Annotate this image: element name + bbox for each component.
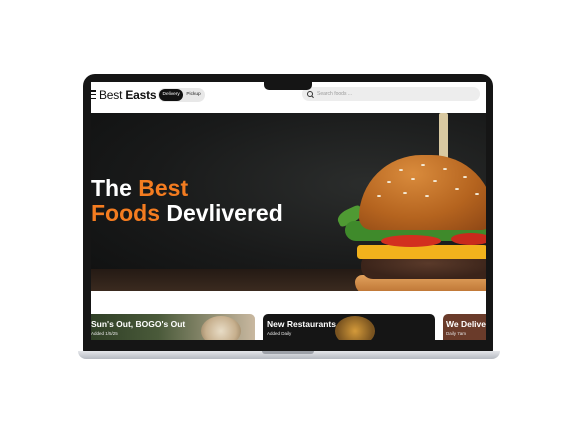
hero-banner: The Best Foods Devlivered — [91, 113, 486, 291]
hero-headline: The Best Foods Devlivered — [91, 176, 283, 226]
brand-regular: Best — [99, 88, 126, 102]
promo-card-subtitle: Added Daily — [267, 331, 292, 336]
laptop-notch — [264, 77, 312, 90]
pickup-option[interactable]: Pickup — [183, 89, 203, 101]
search-input[interactable] — [317, 91, 467, 97]
promo-card-title: We Deliver — [446, 319, 486, 329]
promo-card-image — [201, 316, 241, 340]
hero-line1-orange: Best — [138, 175, 189, 201]
laptop-screen: Best Easts Delivery Pickup Search foods … — [91, 82, 486, 340]
promo-card-subtitle: Added 1/5/25 — [91, 331, 118, 336]
promo-card-title: Sun's Out, BOGO's Out — [91, 319, 186, 329]
promo-card-subtitle: Daily 7am — [446, 331, 467, 336]
burger-tomato — [451, 233, 486, 245]
promo-card-title: New Restaurants — [267, 319, 336, 329]
hero-line1-white: The — [91, 175, 139, 201]
delivery-option[interactable]: Delivery — [159, 89, 184, 101]
burger-skewer — [439, 113, 448, 161]
search-bar — [302, 87, 480, 101]
promo-card[interactable]: We Deliver Daily 7am — [443, 314, 486, 340]
promo-card-image — [335, 316, 375, 340]
burger-top-bun — [359, 155, 486, 230]
hero-line2-orange: Foods — [91, 200, 160, 226]
menu-icon[interactable] — [91, 90, 96, 99]
promo-card[interactable]: New Restaurants Added Daily — [263, 314, 435, 340]
brand-logo[interactable]: Best Easts — [99, 88, 157, 102]
promo-cards-row: Sun's Out, BOGO's Out Added 1/5/25 New R… — [91, 314, 486, 340]
delivery-pickup-toggle: Delivery Pickup — [158, 88, 205, 102]
search-icon[interactable] — [307, 91, 313, 97]
promo-card[interactable]: Sun's Out, BOGO's Out Added 1/5/25 — [91, 314, 255, 340]
burger-cheese — [357, 245, 486, 259]
burger-tomato — [381, 235, 441, 247]
brand-bold: Easts — [125, 88, 157, 102]
hero-line2-white: Devlivered — [160, 200, 283, 226]
laptop-base-lip — [262, 351, 314, 354]
